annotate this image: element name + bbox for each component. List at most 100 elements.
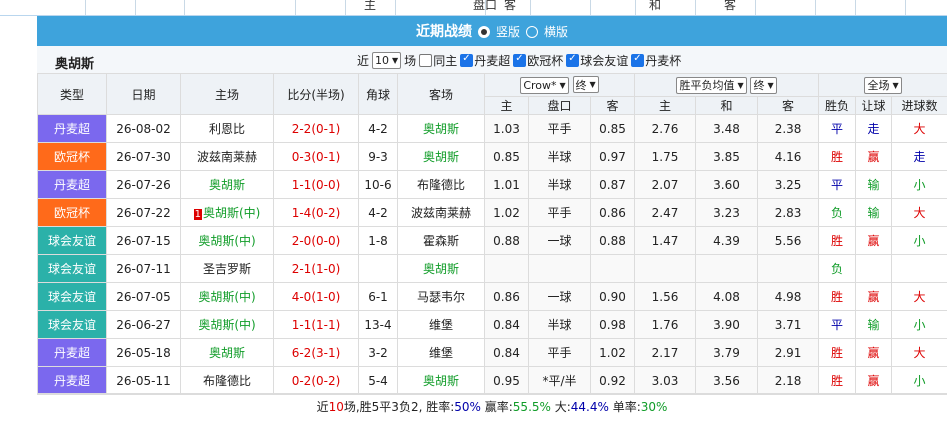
company-select[interactable]: Crow*▼ <box>520 77 568 94</box>
match-type[interactable]: 丹麦超 <box>38 339 107 367</box>
match-score[interactable]: 0-3(0-1) <box>274 143 359 171</box>
summary-text: 赢率: <box>481 400 513 414</box>
scope-select[interactable]: 全场▼ <box>864 77 901 94</box>
away-team[interactable]: 维堡 <box>398 311 485 339</box>
match-type[interactable]: 欧冠杯 <box>38 143 107 171</box>
half-score: (0-2) <box>311 374 340 388</box>
home-team[interactable]: 奥胡斯(中) <box>181 311 274 339</box>
league-checkbox[interactable] <box>566 54 579 67</box>
odds-draw <box>696 255 758 283</box>
match-score[interactable]: 6-2(3-1) <box>274 339 359 367</box>
recent-record-banner: 近期战绩 竖版 横版 <box>37 16 947 46</box>
league-checkbox[interactable] <box>460 54 473 67</box>
league-checkbox[interactable] <box>631 54 644 67</box>
corner-count <box>359 255 398 283</box>
corner-count: 10-6 <box>359 171 398 199</box>
match-type[interactable]: 球会友谊 <box>38 227 107 255</box>
away-team[interactable]: 霍森斯 <box>398 227 485 255</box>
corner-count: 3-2 <box>359 339 398 367</box>
match-type[interactable]: 欧冠杯 <box>38 199 107 227</box>
table-row: 丹麦超26-05-11布隆德比0-2(0-2)5-4奥胡斯0.95*平/半0.9… <box>38 367 947 395</box>
result: 平 <box>819 115 856 143</box>
top-label: 主 <box>340 0 400 15</box>
match-type[interactable]: 丹麦超 <box>38 171 107 199</box>
chevron-down-icon: ▼ <box>392 56 398 65</box>
handicap-result: 赢 <box>856 367 892 395</box>
match-type[interactable]: 球会友谊 <box>38 255 107 283</box>
corner-count: 5-4 <box>359 367 398 395</box>
sub-header: 客 <box>591 97 635 115</box>
home-team[interactable]: 奥胡斯 <box>181 171 274 199</box>
odds-away: 5.56 <box>758 227 819 255</box>
match-score[interactable]: 2-0(0-0) <box>274 227 359 255</box>
away-team[interactable]: 奥胡斯 <box>398 367 485 395</box>
league-label: 欧冠杯 <box>527 52 563 69</box>
handicap-line: 平手 <box>529 115 591 143</box>
match-type[interactable]: 球会友谊 <box>38 311 107 339</box>
match-count-select[interactable]: 10▼ <box>372 52 401 69</box>
match-type[interactable]: 球会友谊 <box>38 283 107 311</box>
match-date: 26-08-02 <box>107 115 181 143</box>
home-team[interactable]: 1奥胡斯(中) <box>181 199 274 227</box>
home-team[interactable]: 利恩比 <box>181 115 274 143</box>
chevron-down-icon: ▼ <box>737 81 743 90</box>
home-team-name: 奥胡斯 <box>209 178 245 192</box>
scope-header: 全场▼ <box>819 74 947 97</box>
table-row: 丹麦超26-07-26奥胡斯1-1(0-0)10-6布隆德比1.01半球0.87… <box>38 171 947 199</box>
sub-header: 主 <box>635 97 696 115</box>
half-score: (0-2) <box>311 206 340 220</box>
match-score[interactable]: 1-4(0-2) <box>274 199 359 227</box>
match-score[interactable]: 1-1(1-1) <box>274 311 359 339</box>
col-date: 日期 <box>107 74 181 115</box>
match-score[interactable]: 0-2(0-2) <box>274 367 359 395</box>
match-type[interactable]: 丹麦超 <box>38 115 107 143</box>
away-team[interactable]: 奥胡斯 <box>398 143 485 171</box>
odds-type-select[interactable]: 终▼ <box>750 77 776 94</box>
col-home: 主场 <box>181 74 274 115</box>
sub-header: 进球数 <box>892 97 947 115</box>
away-team[interactable]: 布隆德比 <box>398 171 485 199</box>
chevron-down-icon: ▼ <box>560 81 566 90</box>
away-team[interactable]: 维堡 <box>398 339 485 367</box>
odds-draw: 4.08 <box>696 283 758 311</box>
league-checkbox[interactable] <box>513 54 526 67</box>
home-team[interactable]: 奥胡斯 <box>181 339 274 367</box>
vertical-radio[interactable] <box>478 26 490 38</box>
home-team[interactable]: 圣吉罗斯 <box>181 255 274 283</box>
match-type[interactable]: 丹麦超 <box>38 367 107 395</box>
home-team-name: 利恩比 <box>209 122 245 136</box>
home-team[interactable]: 奥胡斯(中) <box>181 283 274 311</box>
handicap-type-select[interactable]: 终▼ <box>573 76 599 93</box>
result: 负 <box>819 255 856 283</box>
odds-home <box>635 255 696 283</box>
odds-away: 2.18 <box>758 367 819 395</box>
handicap-line: 半球 <box>529 311 591 339</box>
match-score[interactable]: 2-1(1-0) <box>274 255 359 283</box>
away-team[interactable]: 奥胡斯 <box>398 115 485 143</box>
away-team[interactable]: 波兹南莱赫 <box>398 199 485 227</box>
away-team[interactable]: 奥胡斯 <box>398 255 485 283</box>
half-score: (1-0) <box>311 290 340 304</box>
home-team[interactable]: 奥胡斯(中) <box>181 227 274 255</box>
odds-type-value: 终 <box>753 77 764 93</box>
match-score[interactable]: 2-2(0-1) <box>274 115 359 143</box>
match-date: 26-05-11 <box>107 367 181 395</box>
odds-select[interactable]: 胜平负均值▼ <box>676 77 746 94</box>
result: 胜 <box>819 367 856 395</box>
goals-result: 大 <box>892 199 947 227</box>
home-team[interactable]: 布隆德比 <box>181 367 274 395</box>
match-score[interactable]: 1-1(0-0) <box>274 171 359 199</box>
match-score[interactable]: 4-0(1-0) <box>274 283 359 311</box>
horizontal-radio[interactable] <box>526 26 538 38</box>
handicap-away: 0.87 <box>591 171 635 199</box>
handicap-header: Crow*▼ 终▼ <box>485 74 635 97</box>
home-team[interactable]: 波兹南莱赫 <box>181 143 274 171</box>
odds-away: 3.71 <box>758 311 819 339</box>
home-team-name: 奥胡斯(中) <box>203 206 260 220</box>
away-team[interactable]: 马瑟韦尔 <box>398 283 485 311</box>
horizontal-label[interactable]: 横版 <box>544 23 568 40</box>
same-host-checkbox[interactable] <box>419 54 432 67</box>
sub-header: 盘口 <box>529 97 591 115</box>
vertical-label[interactable]: 竖版 <box>496 23 520 40</box>
goals-result: 小 <box>892 367 947 395</box>
